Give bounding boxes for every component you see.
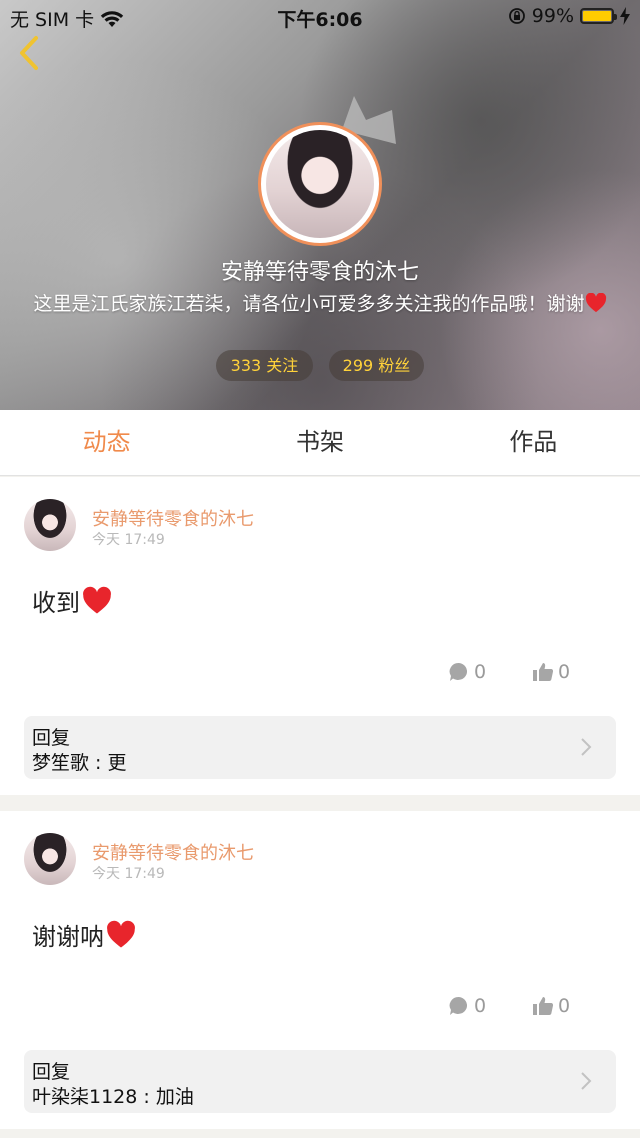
heart-icon xyxy=(107,920,135,947)
tab-activity[interactable]: 动态 xyxy=(0,410,213,475)
back-arrow-icon[interactable] xyxy=(14,34,44,72)
follow-count[interactable]: 333 关注 xyxy=(216,350,313,381)
profile-bio: 这里是江氏家族江若柒，请各位小可爱多多关注我的作品哦！谢谢 xyxy=(30,291,610,317)
comment-button[interactable]: 0 xyxy=(448,661,486,683)
post-text: 谢谢呐 xyxy=(32,923,104,951)
heart-icon xyxy=(585,292,606,313)
fans-count[interactable]: 299 粉丝 xyxy=(329,350,424,381)
post-time: 今天 17:49 xyxy=(92,532,165,548)
like-button[interactable]: 0 xyxy=(532,661,570,683)
like-count: 0 xyxy=(558,995,571,1017)
tab-bookshelf[interactable]: 书架 xyxy=(213,410,426,475)
status-bar: 无 SIM 卡 下午6:06 99% xyxy=(0,0,640,34)
battery-icon xyxy=(580,8,617,24)
post-author-avatar[interactable] xyxy=(24,833,76,885)
profile-header: 无 SIM 卡 下午6:06 99% 安静等待零食的沐七 这里是江氏家族江若柒，… xyxy=(0,0,640,410)
like-button[interactable]: 0 xyxy=(532,995,570,1017)
reply-text: 叶染柒1128 : 加油 xyxy=(32,1086,194,1108)
post-card: 安静等待零食的沐七 今天 17:49 谢谢呐 0 0 回复 叶染柒1128 : … xyxy=(0,811,640,1129)
reply-preview[interactable]: 回复 叶染柒1128 : 加油 xyxy=(24,1050,616,1113)
post-time: 今天 17:49 xyxy=(92,866,165,882)
post-content: 收到 xyxy=(32,583,112,618)
orientation-lock-icon xyxy=(508,8,525,24)
tab-bar: 动态 书架 作品 xyxy=(0,410,640,476)
profile-bio-text: 这里是江氏家族江若柒，请各位小可爱多多关注我的作品哦！谢谢 xyxy=(33,293,585,315)
reply-label: 回复 xyxy=(32,727,71,749)
battery-percent: 99% xyxy=(531,5,574,27)
like-count: 0 xyxy=(558,661,571,683)
comment-count: 0 xyxy=(474,661,487,683)
thumbs-up-icon xyxy=(533,997,554,1015)
tab-works[interactable]: 作品 xyxy=(427,410,640,475)
post-text: 收到 xyxy=(32,589,80,617)
charging-icon xyxy=(620,7,630,25)
comment-icon xyxy=(449,996,468,1015)
post-content: 谢谢呐 xyxy=(32,917,136,952)
post-author-name[interactable]: 安静等待零食的沐七 xyxy=(92,839,254,865)
profile-avatar[interactable] xyxy=(258,122,382,246)
profile-nickname: 安静等待零食的沐七 xyxy=(220,260,419,285)
reply-label: 回复 xyxy=(32,1061,71,1083)
post-author-name[interactable]: 安静等待零食的沐七 xyxy=(92,505,254,531)
chevron-right-icon xyxy=(581,1072,592,1090)
post-card: 安静等待零食的沐七 今天 17:49 收到 0 0 回复 梦笙歌 : 更 xyxy=(0,477,640,795)
heart-icon xyxy=(83,586,111,613)
comment-count: 0 xyxy=(474,995,487,1017)
post-author-avatar[interactable] xyxy=(24,499,76,551)
thumbs-up-icon xyxy=(533,663,554,681)
profile-page: 无 SIM 卡 下午6:06 99% 安静等待零食的沐七 这里是江氏家族江若柒，… xyxy=(0,0,640,1138)
reply-preview[interactable]: 回复 梦笙歌 : 更 xyxy=(24,716,616,779)
chevron-right-icon xyxy=(581,738,592,756)
reply-text: 梦笙歌 : 更 xyxy=(32,752,127,774)
comment-icon xyxy=(449,662,468,681)
comment-button[interactable]: 0 xyxy=(448,995,486,1017)
